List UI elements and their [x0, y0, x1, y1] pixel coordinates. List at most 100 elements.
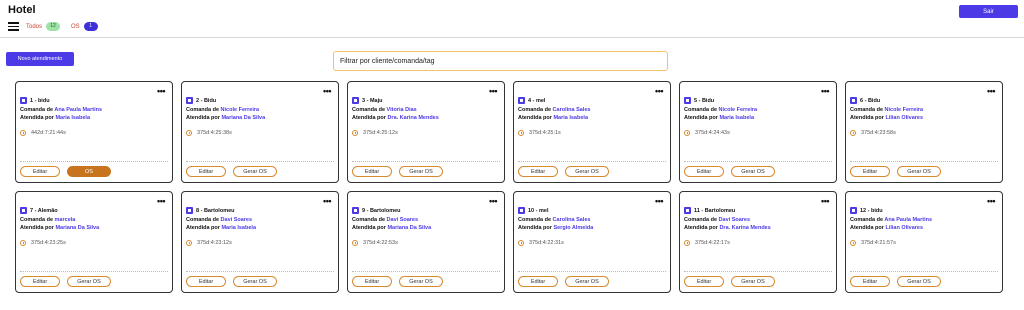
- room-icon: [850, 97, 857, 104]
- more-options-icon[interactable]: •••: [655, 86, 663, 96]
- attendant-line: Atendida por Maria Isabela: [684, 115, 754, 121]
- elapsed-time-value: 375d:4:22:31s: [529, 240, 564, 246]
- edit-button[interactable]: Editar: [352, 276, 392, 287]
- generate-os-button[interactable]: Gerar OS: [67, 276, 111, 287]
- logout-button[interactable]: Sair: [959, 5, 1018, 18]
- generate-os-button[interactable]: Gerar OS: [897, 276, 941, 287]
- service-card[interactable]: ••• 10 - mel Comanda de Carolina Sales A…: [513, 191, 671, 293]
- elapsed-time: 375d:4:22:53s: [352, 240, 398, 246]
- filter-all-label[interactable]: Todos: [26, 24, 42, 30]
- edit-button[interactable]: Editar: [850, 166, 890, 177]
- app-title: Hotel: [8, 4, 36, 16]
- filter-os-count-badge[interactable]: 1: [83, 22, 98, 31]
- attendant-prefix: Atendida por: [20, 225, 54, 231]
- service-card[interactable]: ••• 6 - Bidu Comanda de Nicole Ferreira …: [845, 81, 1003, 183]
- card-actions: Editar Gerar OS: [518, 166, 609, 177]
- card-divider: [352, 161, 500, 162]
- generate-os-button[interactable]: Gerar OS: [233, 276, 277, 287]
- elapsed-time: 375d:4:23:58s: [850, 130, 896, 136]
- more-options-icon[interactable]: •••: [821, 196, 829, 206]
- hamburger-menu-icon[interactable]: [8, 22, 19, 31]
- search-input[interactable]: Filtrar por cliente/comanda/tag: [333, 51, 668, 71]
- filter-os-label[interactable]: OS: [71, 24, 80, 30]
- more-options-icon[interactable]: •••: [157, 196, 165, 206]
- edit-button[interactable]: Editar: [850, 276, 890, 287]
- more-options-icon[interactable]: •••: [323, 86, 331, 96]
- generate-os-button[interactable]: Gerar OS: [565, 276, 609, 287]
- service-card[interactable]: ••• 1 - bidu Comanda de Ana Paula Martin…: [15, 81, 173, 183]
- card-actions: Editar Gerar OS: [850, 166, 941, 177]
- edit-button[interactable]: Editar: [186, 166, 226, 177]
- service-card[interactable]: ••• 9 - Bartolomeu Comanda de Davi Soare…: [347, 191, 505, 293]
- more-options-icon[interactable]: •••: [821, 86, 829, 96]
- service-card[interactable]: ••• 5 - Bidu Comanda de Nicole Ferreira …: [679, 81, 837, 183]
- os-button[interactable]: OS: [67, 166, 111, 177]
- edit-button[interactable]: Editar: [186, 276, 226, 287]
- card-title: 8 - Bartolomeu: [196, 207, 235, 214]
- edit-button[interactable]: Editar: [20, 166, 60, 177]
- service-card[interactable]: ••• 8 - Bartolomeu Comanda de Davi Soare…: [181, 191, 339, 293]
- edit-button[interactable]: Editar: [684, 276, 724, 287]
- card-actions: Editar Gerar OS: [850, 276, 941, 287]
- generate-os-button[interactable]: Gerar OS: [897, 166, 941, 177]
- clock-icon: [684, 240, 690, 246]
- more-options-icon[interactable]: •••: [987, 196, 995, 206]
- attendant-line: Atendida por Maria Isabela: [518, 115, 588, 121]
- more-options-icon[interactable]: •••: [655, 196, 663, 206]
- comanda-line: Comanda de Carolina Sales: [518, 107, 590, 113]
- filter-all-count-badge[interactable]: 12: [46, 22, 61, 31]
- edit-button[interactable]: Editar: [518, 166, 558, 177]
- edit-button[interactable]: Editar: [352, 166, 392, 177]
- elapsed-time-value: 375d:4:25:1s: [529, 130, 561, 136]
- elapsed-time: 375d:4:23:25s: [20, 240, 66, 246]
- more-options-icon[interactable]: •••: [489, 196, 497, 206]
- service-card[interactable]: ••• 2 - Bidu Comanda de Nicole Ferreira …: [181, 81, 339, 183]
- card-actions: Editar Gerar OS: [186, 276, 277, 287]
- comanda-line: Comanda de marcela: [20, 217, 75, 223]
- generate-os-button[interactable]: Gerar OS: [399, 166, 443, 177]
- elapsed-time-value: 375d:4:23:58s: [861, 130, 896, 136]
- service-card[interactable]: ••• 4 - mel Comanda de Carolina Sales At…: [513, 81, 671, 183]
- client-name: Nicole Ferreira: [718, 107, 758, 113]
- more-options-icon[interactable]: •••: [987, 86, 995, 96]
- client-name: Carolina Sales: [552, 107, 591, 113]
- attendant-name: Mariana Da Silva: [221, 115, 266, 121]
- card-title: 6 - Bidu: [860, 97, 881, 104]
- comanda-prefix: Comanda de: [186, 217, 220, 223]
- card-divider: [518, 161, 666, 162]
- card-actions: Editar Gerar OS: [684, 166, 775, 177]
- more-options-icon[interactable]: •••: [323, 196, 331, 206]
- attendant-name: Mariana Da Silva: [55, 225, 100, 231]
- elapsed-time-value: 375d:4:25:12s: [363, 130, 398, 136]
- card-divider: [518, 271, 666, 272]
- attendant-line: Atendida por Dra. Karina Mendes: [352, 115, 439, 121]
- generate-os-button[interactable]: Gerar OS: [565, 166, 609, 177]
- room-icon: [352, 97, 359, 104]
- generate-os-button[interactable]: Gerar OS: [399, 276, 443, 287]
- room-icon: [518, 97, 525, 104]
- client-name: Ana Paula Martins: [54, 107, 103, 113]
- clock-icon: [186, 240, 192, 246]
- attendant-line: Atendida por Mariana Da Silva: [20, 225, 99, 231]
- service-card[interactable]: ••• 12 - bidu Comanda de Ana Paula Marti…: [845, 191, 1003, 293]
- service-card[interactable]: ••• 11 - Bartolomeu Comanda de Davi Soar…: [679, 191, 837, 293]
- new-service-button[interactable]: Novo atendimento: [6, 52, 74, 66]
- attendant-name: Maria Isabela: [55, 115, 90, 121]
- generate-os-button[interactable]: Gerar OS: [731, 276, 775, 287]
- more-options-icon[interactable]: •••: [157, 86, 165, 96]
- service-card[interactable]: ••• 3 - Maju Comanda de Vitoria Dias Ate…: [347, 81, 505, 183]
- attendant-prefix: Atendida por: [186, 115, 220, 121]
- service-card[interactable]: ••• 7 - Alemão Comanda de marcela Atendi…: [15, 191, 173, 293]
- edit-button[interactable]: Editar: [20, 276, 60, 287]
- attendant-prefix: Atendida por: [186, 225, 220, 231]
- attendant-line: Atendida por Mariana Da Silva: [352, 225, 431, 231]
- room-icon: [20, 97, 27, 104]
- more-options-icon[interactable]: •••: [489, 86, 497, 96]
- attendant-name: Dra. Karina Mendes: [719, 225, 771, 231]
- clock-icon: [518, 130, 524, 136]
- edit-button[interactable]: Editar: [684, 166, 724, 177]
- generate-os-button[interactable]: Gerar OS: [233, 166, 277, 177]
- clock-icon: [186, 130, 192, 136]
- edit-button[interactable]: Editar: [518, 276, 558, 287]
- generate-os-button[interactable]: Gerar OS: [731, 166, 775, 177]
